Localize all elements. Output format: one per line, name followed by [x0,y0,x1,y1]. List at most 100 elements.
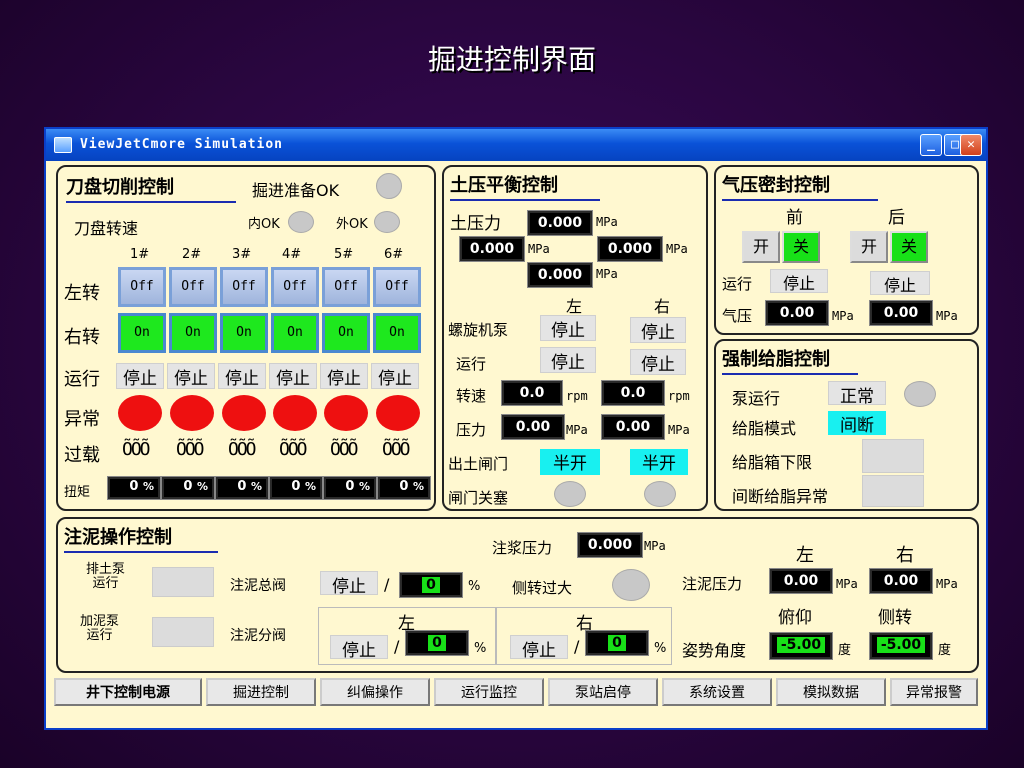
fault-indicator-4 [273,395,317,431]
screw-speed-right: 0.0 [601,380,665,406]
tab-tunneling-control[interactable]: 掘进控制 [206,678,316,706]
left-turn-button-2[interactable]: Off [169,267,217,307]
left-turn-button-1[interactable]: Off [118,267,166,307]
overload-label: 过载 [64,445,100,466]
gate-right-status: 半开 [630,449,688,475]
tab-system-settings[interactable]: 系统设置 [662,678,772,706]
run-status-1: 停止 [116,363,164,389]
run-label: 运行 [64,369,100,390]
torque-unit-5: % [358,480,370,493]
torque-value-6: 0 [399,479,409,494]
right-turn-button-4[interactable]: On [271,313,319,353]
torque-unit-1: % [142,480,154,493]
air-front-close-button[interactable]: 关 [782,231,820,263]
inj-pressure-left-unit: MPa [836,577,858,591]
side-over-indicator [612,569,650,601]
grease-pump-indicator [904,381,936,407]
torque-unit-4: % [304,480,316,493]
app-icon [54,137,72,153]
roll-unit: 度 [938,643,952,658]
tab-downhole-power[interactable]: 井下控制电源 [54,678,202,706]
screw-press-left: 0.00 [501,414,565,440]
torque-value-1: 0 [129,479,139,494]
pitch-value-text: -5.00 [776,637,826,653]
main-valve-pct: % [468,579,481,594]
earth-right-header: 右 [654,297,671,316]
torque-display-6: 0 % [377,476,431,500]
torque-value-2: 0 [183,479,193,494]
minimize-button[interactable]: _ [920,134,942,156]
branch-left-slash: / [394,637,400,656]
torque-display-1: 0 % [107,476,161,500]
air-back-close-button[interactable]: 关 [890,231,928,263]
fault-indicator-6 [376,395,420,431]
fault-indicator-5 [324,395,368,431]
earth-pressure-bottom: 0.000 [527,262,593,288]
gate-label: 出土闸门 [448,455,509,473]
left-turn-button-4[interactable]: Off [271,267,319,307]
slide-title: 掘进控制界面 [427,43,596,76]
torque-unit-3: % [250,480,262,493]
left-turn-button-3[interactable]: Off [220,267,268,307]
slurry-pressure-label: 注浆压力 [492,539,553,557]
grease-mode-value: 间断 [828,411,886,436]
col-6-label: 6# [384,247,404,262]
right-turn-button-6[interactable]: On [373,313,421,353]
tab-deviation-correction[interactable]: 纠偏操作 [320,678,430,706]
air-run-back-status: 停止 [870,271,930,295]
left-turn-button-5[interactable]: Off [322,267,370,307]
branch-left-value-text: 0 [428,635,446,651]
air-press-back-unit: MPa [936,309,958,323]
earth-pressure-right-unit: MPa [666,242,688,256]
col-1-label: 1# [130,247,150,262]
cutter-panel-title: 刀盘切削控制 [66,173,236,203]
overload-coil-icon-4: ÕÕÕ [279,439,307,460]
earth-pressure-top-unit: MPa [596,215,618,229]
mud-panel-title: 注泥操作控制 [64,523,218,553]
inner-ok-indicator [288,211,314,233]
branch-right-value-text: 0 [608,635,626,651]
col-2-label: 2# [182,247,202,262]
outer-ok-label: 外OK [336,217,368,232]
air-back-open-button[interactable]: 开 [850,231,888,263]
earth-left-header: 左 [566,297,583,316]
air-front-open-button[interactable]: 开 [742,231,780,263]
inj-pressure-label: 注泥压力 [682,575,743,593]
inner-ok-label: 内OK [248,217,280,232]
gate-left-status: 半开 [540,449,600,475]
mud-injection-panel: 注泥操作控制 排土泵 运行 加泥泵 运行 注泥总阀 停止 / 0 % 注浆压力 … [56,517,979,673]
pitch-unit: 度 [838,643,852,658]
right-turn-button-1[interactable]: On [118,313,166,353]
side-over-label: 侧转过大 [512,579,573,597]
right-turn-button-3[interactable]: On [220,313,268,353]
close-button[interactable]: ✕ [960,134,982,156]
outer-ok-indicator [374,211,400,233]
fault-indicator-2 [170,395,214,431]
earth-pressure-top: 0.000 [527,210,593,236]
earth-pressure-left-unit: MPa [528,242,550,256]
tab-alarm[interactable]: 异常报警 [890,678,978,706]
right-turn-button-5[interactable]: On [322,313,370,353]
torque-display-5: 0 % [323,476,377,500]
branch-left-pct: % [474,641,487,656]
attitude-label: 姿势角度 [682,641,747,660]
main-valve-value: 0 [399,572,463,598]
branch-left-status: 停止 [330,635,388,661]
branch-valve-label: 注泥分阀 [230,628,286,644]
col-3-label: 3# [232,247,252,262]
pitch-value: -5.00 [769,632,833,660]
add-pump-label: 加泥泵 运行 [80,614,120,643]
tab-pump-start-stop[interactable]: 泵站启停 [548,678,658,706]
screw-run-left-status: 停止 [540,347,596,373]
speed-label: 刀盘转速 [74,219,139,238]
torque-value-5: 0 [345,479,355,494]
screw-speed-left-unit: rpm [566,389,588,403]
main-valve-value-text: 0 [422,577,440,593]
window-titlebar[interactable]: ViewJetCmore Simulation _ □ ✕ [46,129,986,161]
screw-press-left-unit: MPa [566,423,588,437]
tab-run-monitor[interactable]: 运行监控 [434,678,544,706]
left-turn-button-6[interactable]: Off [373,267,421,307]
tab-sim-data[interactable]: 模拟数据 [776,678,886,706]
right-turn-button-2[interactable]: On [169,313,217,353]
col-5-label: 5# [334,247,354,262]
